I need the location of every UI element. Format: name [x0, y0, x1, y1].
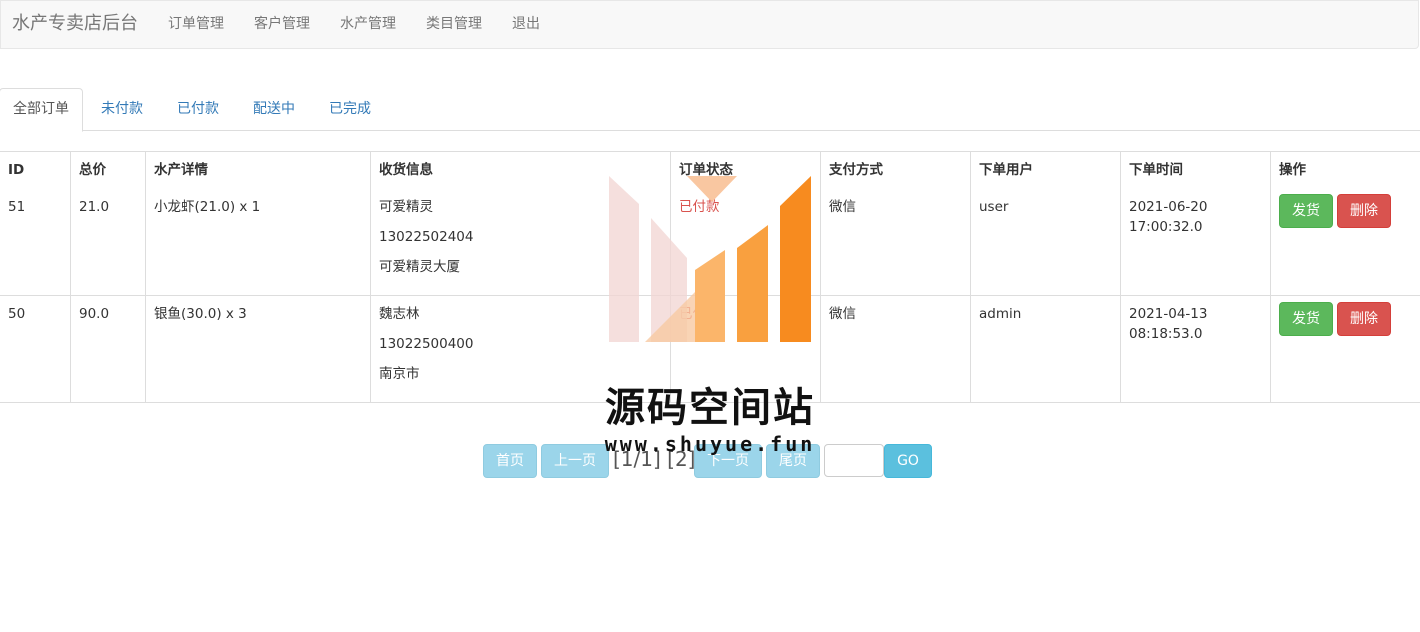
table-row: 50 90.0 银鱼(30.0) x 3 魏志林 13022500400 南京市…	[0, 295, 1420, 403]
pagination: 首页 上一页 [1/1] [2] 下一页 尾页 GO	[0, 444, 1420, 478]
header-total: 总价	[70, 151, 146, 188]
brand-title[interactable]: 水产专卖店后台	[12, 12, 138, 36]
order-date: 2021-04-13	[1129, 306, 1208, 322]
delete-button[interactable]: 删除	[1337, 302, 1391, 336]
nav-link-products[interactable]: 水产管理	[340, 14, 396, 34]
next-page-button[interactable]: 下一页	[694, 444, 762, 478]
receiver-name: 可爱精灵	[379, 198, 433, 215]
last-page-button[interactable]: 尾页	[766, 444, 820, 478]
header-status: 订单状态	[670, 151, 821, 188]
cell-receiver: 可爱精灵 13022502404 可爱精灵大厦	[370, 187, 671, 296]
cell-receiver: 魏志林 13022500400 南京市	[370, 295, 671, 403]
cell-payment: 微信	[820, 295, 971, 403]
receiver-address: 南京市	[379, 366, 420, 382]
header-actions: 操作	[1270, 151, 1420, 188]
cell-status: 已付款	[670, 187, 821, 296]
cell-total: 21.0	[70, 187, 146, 296]
tab-completed[interactable]: 已完成	[317, 88, 383, 131]
table-header-row: ID 总价 水产详情 收货信息 订单状态 支付方式 下单用户 下单时间 操作	[0, 151, 1420, 188]
table-row: 51 21.0 小龙虾(21.0) x 1 可爱精灵 13022502404 可…	[0, 187, 1420, 296]
cell-detail: 银鱼(30.0) x 3	[145, 295, 371, 403]
receiver-address: 可爱精灵大厦	[379, 258, 460, 275]
nav-link-categories[interactable]: 类目管理	[426, 14, 482, 34]
cell-time: 2021-06-20 17:00:32.0	[1120, 187, 1271, 296]
cell-payment: 微信	[820, 187, 971, 296]
cell-user: user	[970, 187, 1121, 296]
page-indicator[interactable]: [1/1] [2]	[613, 445, 695, 473]
page-number-input[interactable]	[824, 444, 884, 477]
tab-paid[interactable]: 已付款	[165, 88, 231, 131]
receiver-phone: 13022502404	[379, 228, 474, 245]
receiver-name: 魏志林	[379, 306, 420, 322]
order-clock: 08:18:53.0	[1129, 326, 1203, 342]
cell-id: 51	[0, 187, 71, 296]
cell-status: 已付款	[670, 295, 821, 403]
order-clock: 17:00:32.0	[1129, 218, 1203, 235]
ship-button[interactable]: 发货	[1279, 193, 1333, 228]
order-status-tabs: 全部订单 未付款 已付款 配送中 已完成	[0, 88, 1420, 132]
orders-table: ID 总价 水产详情 收货信息 订单状态 支付方式 下单用户 下单时间 操作 5…	[0, 151, 1420, 403]
cell-actions: 发货 删除	[1270, 295, 1420, 403]
cell-user: admin	[970, 295, 1121, 403]
tab-unpaid[interactable]: 未付款	[89, 88, 155, 131]
prev-page-button[interactable]: 上一页	[541, 444, 609, 478]
header-user: 下单用户	[970, 151, 1121, 188]
cell-actions: 发货 删除	[1270, 187, 1420, 296]
header-payment: 支付方式	[820, 151, 971, 188]
cell-total: 90.0	[70, 295, 146, 403]
header-time: 下单时间	[1120, 151, 1271, 188]
nav-link-customers[interactable]: 客户管理	[254, 14, 310, 34]
first-page-button[interactable]: 首页	[483, 444, 537, 478]
tab-all-orders[interactable]: 全部订单	[0, 88, 83, 132]
receiver-phone: 13022500400	[379, 336, 474, 352]
header-detail: 水产详情	[145, 151, 371, 188]
order-date: 2021-06-20	[1129, 198, 1208, 215]
go-button[interactable]: GO	[884, 444, 932, 478]
ship-button[interactable]: 发货	[1279, 302, 1333, 336]
header-id: ID	[0, 151, 71, 188]
delete-button[interactable]: 删除	[1337, 193, 1391, 228]
header-receiver: 收货信息	[370, 151, 671, 188]
orders-table-wrapper: ID 总价 水产详情 收货信息 订单状态 支付方式 下单用户 下单时间 操作 5…	[0, 151, 1420, 403]
cell-detail: 小龙虾(21.0) x 1	[145, 187, 371, 296]
nav-link-orders[interactable]: 订单管理	[168, 14, 224, 34]
nav-link-logout[interactable]: 退出	[512, 14, 540, 34]
tab-shipping[interactable]: 配送中	[241, 88, 307, 131]
cell-id: 50	[0, 295, 71, 403]
top-navbar: 水产专卖店后台 订单管理 客户管理 水产管理 类目管理 退出	[0, 0, 1419, 49]
cell-time: 2021-04-13 08:18:53.0	[1120, 295, 1271, 403]
